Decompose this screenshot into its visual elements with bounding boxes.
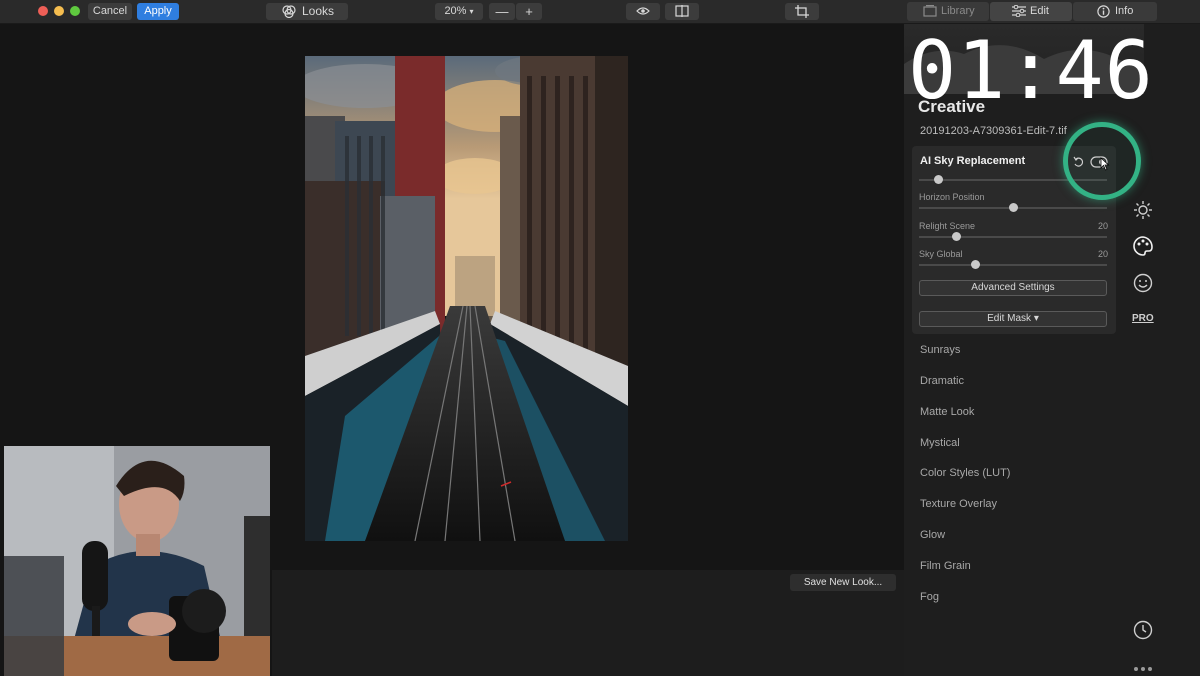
slider-label-sky-global: Sky Global — [919, 249, 963, 259]
tab-info-label: Info — [1115, 5, 1134, 17]
looks-button[interactable]: Looks — [266, 3, 348, 20]
cancel-button[interactable]: Cancel — [88, 3, 132, 20]
filter-texture-overlay[interactable]: Texture Overlay — [920, 498, 997, 510]
slider-track-relight[interactable] — [919, 236, 1107, 238]
crop-button[interactable] — [785, 3, 819, 20]
compare-icon — [675, 5, 689, 20]
filter-glow[interactable]: Glow — [920, 529, 945, 541]
ai-sky-replacement-title: AI Sky Replacement — [920, 155, 1026, 167]
preview-button[interactable] — [626, 3, 660, 20]
file-name: 20191203-A7309361-Edit-7.tif — [920, 125, 1067, 137]
zoom-window-button[interactable] — [70, 6, 80, 16]
slider-label-horizon: Horizon Position — [919, 192, 985, 202]
zoom-in-button[interactable]: + — [516, 3, 542, 20]
filter-fog[interactable]: Fog — [920, 591, 939, 603]
photo-preview[interactable] — [305, 56, 628, 541]
slider-track-sky-global[interactable] — [919, 264, 1107, 266]
zoom-dropdown[interactable]: 20% ▾ — [435, 3, 483, 20]
tab-edit-label: Edit — [1030, 5, 1049, 17]
creative-section-title: Creative — [918, 97, 986, 116]
slider-value-sky-global: 20 — [1097, 249, 1108, 259]
smiley-icon[interactable] — [1133, 273, 1153, 298]
webcam-overlay — [4, 446, 270, 676]
tab-info[interactable]: Info — [1073, 2, 1157, 21]
filter-dramatic[interactable]: Dramatic — [920, 375, 964, 387]
toolbar: Cancel Apply Looks 20% ▾ — + Library Edi… — [0, 0, 1200, 24]
looks-label: Looks — [302, 4, 335, 18]
filter-mystical[interactable]: Mystical — [920, 437, 960, 449]
close-window-button[interactable] — [38, 6, 48, 16]
apply-button[interactable]: Apply — [137, 3, 179, 20]
slider-value-relight: 20 — [1097, 221, 1108, 231]
history-icon[interactable] — [1133, 620, 1153, 645]
mouse-cursor-icon — [1100, 157, 1110, 176]
slider-knob-horizon[interactable] — [1008, 203, 1018, 212]
filter-color-styles[interactable]: Color Styles (LUT) — [920, 467, 1010, 479]
filter-matte-look[interactable]: Matte Look — [920, 406, 974, 418]
palette-icon[interactable] — [1133, 236, 1153, 261]
info-icon — [1097, 5, 1110, 25]
edit-mask-button[interactable]: Edit Mask ▾ — [919, 311, 1107, 327]
slider-knob-sky-global[interactable] — [970, 260, 980, 269]
filter-film-grain[interactable]: Film Grain — [920, 560, 971, 572]
sun-icon[interactable] — [1133, 200, 1153, 225]
crop-icon — [795, 5, 809, 21]
slider-label-relight: Relight Scene — [919, 221, 976, 231]
filter-sunrays[interactable]: Sunrays — [920, 344, 960, 356]
advanced-settings-button[interactable]: Advanced Settings — [919, 280, 1107, 296]
looks-icon — [282, 5, 296, 23]
undo-icon[interactable] — [1073, 155, 1085, 173]
pro-icon[interactable]: PRO — [1132, 313, 1154, 324]
tab-edit[interactable]: Edit — [990, 2, 1072, 21]
more-options-icon[interactable] — [1133, 660, 1153, 676]
eye-icon — [636, 7, 650, 19]
tab-library[interactable]: Library — [907, 2, 989, 21]
zoom-out-button[interactable]: — — [489, 3, 515, 20]
chevron-down-icon: ▾ — [469, 7, 474, 16]
minimize-window-button[interactable] — [54, 6, 64, 16]
tab-library-label: Library — [941, 5, 975, 17]
zoom-value: 20% — [444, 5, 467, 17]
library-icon — [923, 5, 937, 24]
sliders-icon — [1012, 4, 1026, 24]
sky-selection-knob[interactable] — [934, 175, 943, 184]
save-new-look-button[interactable]: Save New Look... — [790, 574, 896, 591]
compare-button[interactable] — [665, 3, 699, 20]
